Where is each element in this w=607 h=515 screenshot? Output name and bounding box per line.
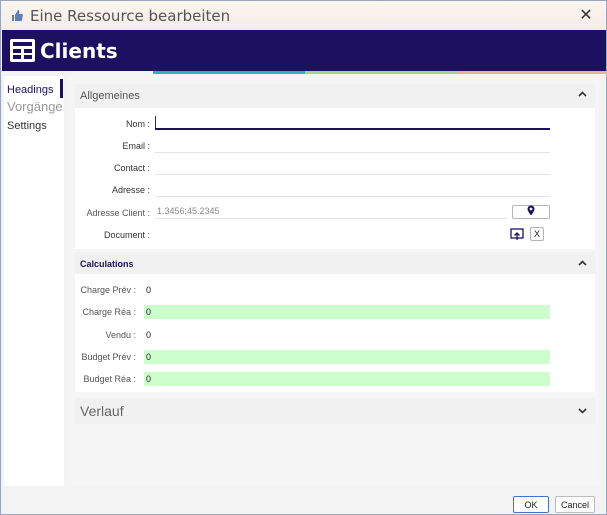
- sidebar-item-headings[interactable]: Headings: [7, 84, 53, 96]
- verlauf-section-header[interactable]: Verlauf: [75, 398, 595, 424]
- calculations-section-header[interactable]: Calculations: [75, 252, 595, 274]
- chevron-up-icon[interactable]: [578, 258, 587, 269]
- app-title: Clients: [40, 38, 118, 63]
- charge-rea-label: Charge Réa :: [82, 307, 136, 317]
- nom-input[interactable]: [155, 114, 550, 130]
- adresse-client-label: Adresse Client :: [86, 208, 150, 218]
- budget-rea-label: Budget Réa :: [83, 374, 136, 384]
- budget-prev-label: Budget Prév :: [81, 352, 136, 362]
- sidebar-item-settings[interactable]: Settings: [7, 120, 47, 132]
- active-indicator: [60, 79, 63, 98]
- title-bar: Eine Ressource bearbeiten ✕: [1, 1, 606, 30]
- charge-prev-value: 0: [146, 285, 152, 295]
- text-caret: [155, 116, 156, 128]
- general-section-header[interactable]: Allgemeines: [75, 84, 595, 108]
- contact-input[interactable]: [155, 159, 550, 175]
- window-title: Eine Ressource bearbeiten: [30, 6, 231, 25]
- adresse-label: Adresse :: [111, 185, 150, 195]
- accent-stripe-teal: [153, 71, 305, 74]
- nom-label: Nom :: [125, 119, 150, 129]
- budget-rea-input[interactable]: 0: [144, 372, 550, 386]
- remove-document-button[interactable]: X: [530, 227, 544, 241]
- thumbs-up-icon: [10, 9, 24, 23]
- email-label: Email :: [122, 141, 150, 151]
- adresse-client-input[interactable]: 1.3456;45.2345: [155, 203, 507, 219]
- location-button[interactable]: [512, 205, 550, 219]
- ok-button[interactable]: OK: [513, 496, 549, 513]
- section-title: Calculations: [80, 259, 134, 269]
- main-content: Allgemeines Nom : Email : Contact : Adre…: [69, 76, 599, 486]
- section-title: Verlauf: [80, 403, 124, 419]
- document-label: Document :: [103, 230, 150, 240]
- chevron-down-icon[interactable]: [578, 406, 587, 417]
- section-title: Allgemeines: [80, 90, 140, 102]
- sidebar-item-vorgange[interactable]: Vorgänge: [7, 99, 63, 114]
- chevron-up-icon[interactable]: [578, 89, 587, 100]
- close-icon[interactable]: ✕: [576, 5, 596, 25]
- email-input[interactable]: [155, 137, 550, 153]
- charge-rea-input[interactable]: 0: [144, 305, 550, 319]
- adresse-input[interactable]: [155, 181, 550, 197]
- calculations-section: Calculations Charge Prév : 0 Charge Réa …: [75, 252, 595, 392]
- upload-icon[interactable]: [510, 227, 524, 241]
- table-grid-icon: [10, 39, 35, 62]
- accent-stripe-orange: [457, 71, 607, 74]
- general-section: Allgemeines Nom : Email : Contact : Adre…: [75, 84, 595, 249]
- charge-prev-label: Charge Prév :: [80, 285, 136, 295]
- accent-stripe-green: [305, 71, 457, 74]
- vendu-label: Vendu :: [105, 330, 136, 340]
- app-header: Clients: [2, 30, 606, 71]
- cancel-button[interactable]: Cancel: [555, 496, 595, 513]
- dialog-window: Eine Ressource bearbeiten ✕ Clients Head…: [0, 0, 607, 515]
- map-pin-icon: [527, 203, 535, 221]
- sidebar: Headings Vorgänge Settings: [4, 76, 64, 486]
- vendu-value: 0: [146, 330, 152, 340]
- contact-label: Contact :: [113, 163, 150, 173]
- budget-prev-input[interactable]: 0: [144, 350, 550, 364]
